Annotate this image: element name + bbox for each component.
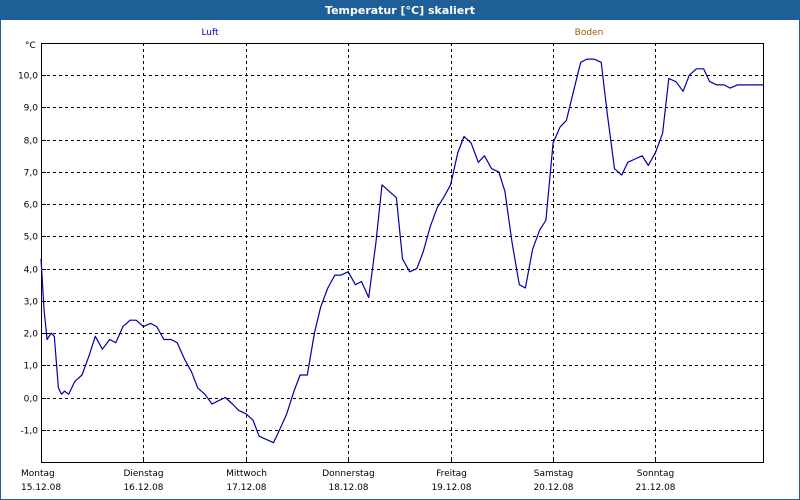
x-tick-date-label: 20.12.08: [533, 483, 573, 493]
y-axis-label: °C: [25, 41, 36, 51]
y-tick-label: 7,0: [24, 169, 39, 179]
window-title: Temperatur [°C] skaliert: [1, 1, 799, 20]
y-tick-label: 8,0: [24, 137, 39, 147]
series-layer: [40, 58, 763, 444]
x-tick-day-label: Freitag: [436, 469, 467, 479]
temperature-chart: -1,0 0,0 1,0 2,0 3,0 4,0 5,0 6,0 7,0 8,0 9,0 10,0 M…: [18, 28, 764, 493]
x-tick-day-label: Montag: [21, 469, 55, 479]
series-line-luft: [40, 58, 763, 444]
x-tick-date-label: 21.12.08: [635, 483, 675, 493]
y-tick-label: 9,0: [24, 104, 39, 114]
x-tick-date-label: 19.12.08: [431, 483, 471, 493]
legend-entry-luft: Luft: [201, 28, 219, 38]
x-tick-date-label: 16.12.08: [123, 483, 163, 493]
y-tick-label: 4,0: [24, 266, 39, 276]
y-tick-label: 3,0: [24, 298, 39, 308]
legend: Luft Boden: [201, 28, 603, 38]
y-tick-label: 1,0: [24, 362, 39, 372]
y-tick-label: 6,0: [24, 201, 39, 211]
x-tick-date-label: 18.12.08: [328, 483, 368, 493]
y-tick-label: 0,0: [24, 395, 39, 405]
x-tick-day-label: Donnerstag: [322, 469, 375, 479]
x-tick-day-label: Dienstag: [123, 469, 163, 479]
x-tick-day-label: Mittwoch: [226, 469, 267, 479]
x-tick-day-label: Sonntag: [637, 469, 674, 479]
chart-window: Temperatur [°C] skaliert -1,0 0,0 1,0 2,0 3,…: [0, 0, 800, 500]
legend-entry-boden: Boden: [575, 28, 604, 38]
y-tick-label: 5,0: [24, 233, 39, 243]
x-tick-day-label: Samstag: [534, 469, 573, 479]
y-tick-label: 2,0: [24, 330, 39, 340]
y-tick-label: -1,0: [20, 427, 38, 437]
y-tick-label: 10,0: [18, 72, 38, 82]
x-tick-date-label: 15.12.08: [21, 483, 61, 493]
x-tick-date-label: 17.12.08: [226, 483, 266, 493]
